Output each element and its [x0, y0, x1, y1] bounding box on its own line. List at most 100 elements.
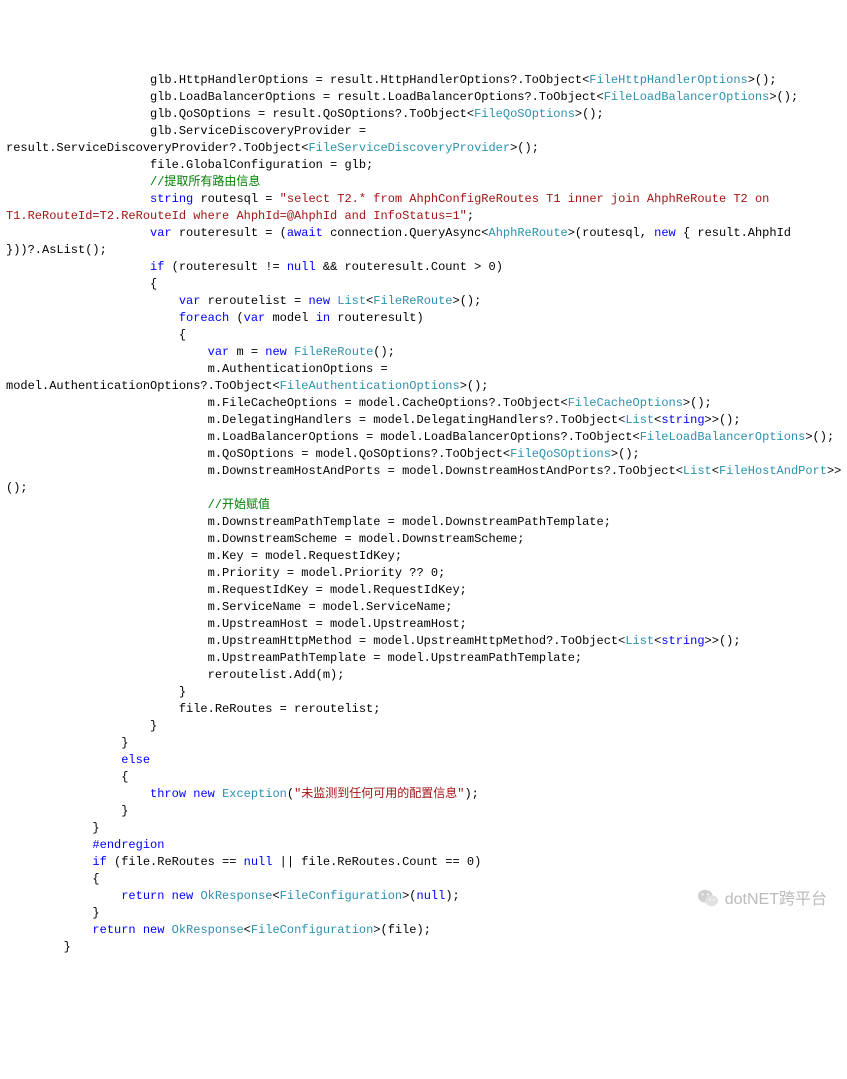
code-line: } — [6, 803, 841, 820]
watermark: dotNET跨平台 — [675, 871, 827, 928]
code-line: //提取所有路由信息 — [6, 174, 841, 191]
code-line: var reroutelist = new List<FileReRoute>(… — [6, 293, 841, 310]
code-token: FileHostAndPort — [719, 464, 827, 478]
code-token: //开始赋值 — [208, 498, 270, 512]
code-line: foreach (var model in routeresult) — [6, 310, 841, 327]
code-token: FileQoSOptions — [510, 447, 611, 461]
code-line: } — [6, 718, 841, 735]
code-token: FileHttpHandlerOptions — [589, 73, 747, 87]
code-line: //开始赋值 — [6, 497, 841, 514]
code-line: m.UpstreamPathTemplate = model.UpstreamP… — [6, 650, 841, 667]
code-token: throw — [150, 787, 186, 801]
code-line: m.RequestIdKey = model.RequestIdKey; — [6, 582, 841, 599]
code-line: m.DownstreamScheme = model.DownstreamSch… — [6, 531, 841, 548]
code-token: new — [654, 226, 676, 240]
code-line: } — [6, 735, 841, 752]
code-token: "select T2.* from AhphConfigReRoutes T1 … — [280, 192, 777, 206]
code-token: else — [121, 753, 150, 767]
code-token: FileReRoute — [373, 294, 452, 308]
code-line: glb.HttpHandlerOptions = result.HttpHand… — [6, 72, 841, 89]
code-line: m.DownstreamPathTemplate = model.Downstr… — [6, 514, 841, 531]
code-line: model.AuthenticationOptions?.ToObject<Fi… — [6, 378, 841, 395]
code-line: m.QoSOptions = model.QoSOptions?.ToObjec… — [6, 446, 841, 463]
code-line: file.GlobalConfiguration = glb; — [6, 157, 841, 174]
code-token: in — [316, 311, 330, 325]
code-token: List — [625, 634, 654, 648]
code-token: var — [179, 294, 201, 308]
code-token: //提取所有路由信息 — [150, 175, 260, 189]
code-line: #endregion — [6, 837, 841, 854]
code-token: new — [172, 889, 194, 903]
code-token: var — [208, 345, 230, 359]
code-line: } — [6, 684, 841, 701]
code-line: throw new Exception("未监测到任何可用的配置信息"); — [6, 786, 841, 803]
code-token: null — [244, 855, 273, 869]
code-token: FileReRoute — [294, 345, 373, 359]
code-token: FileCacheOptions — [568, 396, 683, 410]
code-token: new — [308, 294, 330, 308]
code-token: return — [121, 889, 164, 903]
code-line: m.DownstreamHostAndPorts = model.Downstr… — [6, 463, 841, 480]
code-token: FileServiceDiscoveryProvider — [308, 141, 510, 155]
code-line: { — [6, 276, 841, 293]
code-line: } — [6, 820, 841, 837]
wechat-icon — [675, 871, 719, 928]
code-token: FileConfiguration — [280, 889, 402, 903]
code-line: m.DelegatingHandlers = model.DelegatingH… — [6, 412, 841, 429]
code-line: else — [6, 752, 841, 769]
code-token: string — [661, 413, 704, 427]
code-line: reroutelist.Add(m); — [6, 667, 841, 684]
code-line: if (file.ReRoutes == null || file.ReRout… — [6, 854, 841, 871]
code-line: m.UpstreamHost = model.UpstreamHost; — [6, 616, 841, 633]
code-line: glb.QoSOptions = result.QoSOptions?.ToOb… — [6, 106, 841, 123]
code-token: null — [287, 260, 316, 274]
code-line: T1.ReRouteId=T2.ReRouteId where AhphId=@… — [6, 208, 841, 225]
code-token: null — [417, 889, 446, 903]
code-token: FileQoSOptions — [474, 107, 575, 121]
code-token: FileLoadBalancerOptions — [640, 430, 806, 444]
code-token: List — [625, 413, 654, 427]
code-token: string — [150, 192, 193, 206]
code-token: OkResponse — [200, 889, 272, 903]
code-line: var m = new FileReRoute(); — [6, 344, 841, 361]
code-token: FileConfiguration — [251, 923, 373, 937]
code-token: List — [683, 464, 712, 478]
code-token: FileAuthenticationOptions — [280, 379, 460, 393]
code-block: glb.HttpHandlerOptions = result.HttpHand… — [6, 72, 841, 956]
code-line: if (routeresult != null && routeresult.C… — [6, 259, 841, 276]
code-token: var — [244, 311, 266, 325]
code-token: AhphReRoute — [489, 226, 568, 240]
code-line: file.ReRoutes = reroutelist; — [6, 701, 841, 718]
watermark-text: dotNET跨平台 — [725, 891, 827, 908]
code-line: var routeresult = (await connection.Quer… — [6, 225, 841, 242]
code-line: m.AuthenticationOptions = — [6, 361, 841, 378]
code-token: T1.ReRouteId=T2.ReRouteId where AhphId=@… — [6, 209, 467, 223]
code-token: if — [150, 260, 164, 274]
code-token: Exception — [222, 787, 287, 801]
code-token: #endregion — [92, 838, 164, 852]
code-line: glb.LoadBalancerOptions = result.LoadBal… — [6, 89, 841, 106]
code-token: foreach — [179, 311, 229, 325]
code-token: new — [143, 923, 165, 937]
code-token: string — [661, 634, 704, 648]
code-line: { — [6, 769, 841, 786]
code-token: "未监测到任何可用的配置信息" — [294, 787, 464, 801]
code-token: if — [92, 855, 106, 869]
code-line: m.ServiceName = model.ServiceName; — [6, 599, 841, 616]
code-line: m.FileCacheOptions = model.CacheOptions?… — [6, 395, 841, 412]
code-token: FileLoadBalancerOptions — [604, 90, 770, 104]
code-line: m.Key = model.RequestIdKey; — [6, 548, 841, 565]
code-token: new — [265, 345, 287, 359]
code-line: (); — [6, 480, 841, 497]
code-token: new — [193, 787, 215, 801]
code-token: List — [337, 294, 366, 308]
code-line: string routesql = "select T2.* from Ahph… — [6, 191, 841, 208]
code-line: } — [6, 939, 841, 956]
code-line: m.Priority = model.Priority ?? 0; — [6, 565, 841, 582]
code-line: }))?.AsList(); — [6, 242, 841, 259]
code-token: return — [92, 923, 135, 937]
code-token: var — [150, 226, 172, 240]
code-line: { — [6, 327, 841, 344]
code-line: m.LoadBalancerOptions = model.LoadBalanc… — [6, 429, 841, 446]
code-token: await — [287, 226, 323, 240]
